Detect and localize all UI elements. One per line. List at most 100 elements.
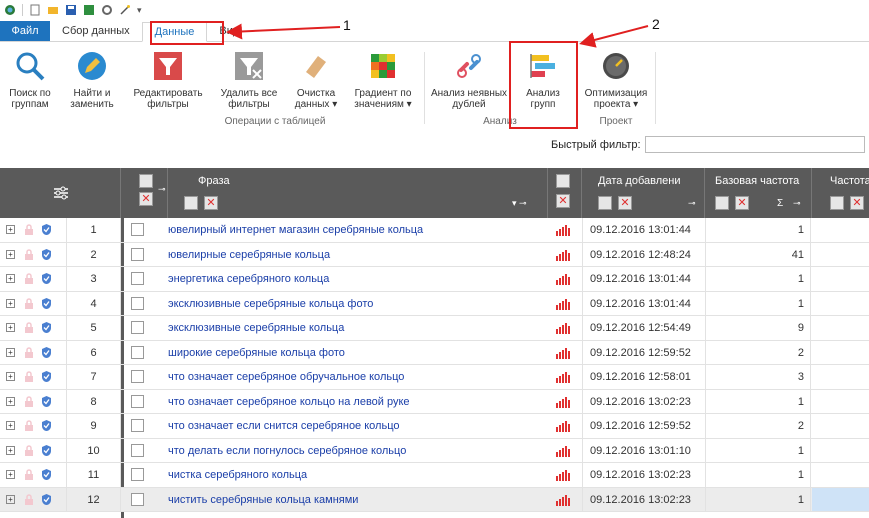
export-excel-icon[interactable] bbox=[83, 4, 95, 16]
expand-row-icon[interactable]: + bbox=[6, 225, 15, 234]
expand-row-icon[interactable]: + bbox=[6, 249, 15, 259]
row-checkbox[interactable] bbox=[131, 321, 144, 334]
search-groups-button[interactable]: Поиск по группам bbox=[2, 50, 58, 110]
tab-file[interactable]: Файл bbox=[0, 21, 50, 41]
implicit-duplicates-button[interactable]: Анализ неявных дублей bbox=[430, 50, 508, 110]
lock-icon[interactable] bbox=[24, 444, 34, 457]
table-row[interactable]: + 6 широкие серебряные кольца фото 09.12… bbox=[0, 340, 869, 365]
freq-column-header[interactable]: Частота ✕ bbox=[812, 168, 869, 218]
stats-bars-icon[interactable] bbox=[556, 396, 570, 408]
filter-icon[interactable] bbox=[598, 196, 612, 210]
stats-bars-icon[interactable] bbox=[556, 347, 570, 359]
sort-dropdown-icon[interactable]: ▾ ⊸ bbox=[512, 198, 527, 209]
phrase-cell[interactable]: что означает если снится серебряное коль… bbox=[168, 414, 548, 438]
table-row[interactable]: + 5 эксклюзивные серебряные кольца 09.12… bbox=[0, 316, 869, 341]
lock-icon[interactable] bbox=[24, 371, 34, 383]
clear-filter-icon[interactable]: ✕ bbox=[618, 196, 632, 210]
sum-icon[interactable]: Σ bbox=[777, 198, 783, 209]
stats-bars-icon[interactable] bbox=[556, 323, 570, 334]
find-replace-button[interactable]: Найти и заменить bbox=[62, 50, 122, 110]
clear-filter-icon[interactable]: ✕ bbox=[556, 194, 570, 208]
filter-icon[interactable] bbox=[184, 196, 198, 210]
shield-check-icon[interactable] bbox=[41, 468, 52, 481]
expand-row-icon[interactable]: + bbox=[6, 470, 15, 479]
row-checkbox[interactable] bbox=[131, 247, 144, 261]
expand-row-icon[interactable]: + bbox=[6, 396, 15, 406]
row-checkbox[interactable] bbox=[131, 468, 144, 481]
date-column-header[interactable]: Дата добавлени ✕ ⊸ bbox=[582, 168, 705, 218]
lock-icon[interactable] bbox=[24, 469, 34, 481]
shield-check-icon[interactable] bbox=[41, 493, 52, 506]
stats-bars-icon[interactable] bbox=[556, 445, 570, 457]
pin-icon[interactable]: ⊸ bbox=[688, 198, 696, 209]
phrase-cell[interactable]: ювелирные серебряные кольца bbox=[168, 243, 548, 267]
row-checkbox[interactable] bbox=[131, 419, 144, 432]
table-row[interactable]: + 7 что означает серебряное обручальное … bbox=[0, 365, 869, 390]
clear-filter-icon[interactable]: ✕ bbox=[139, 192, 153, 206]
filter-icon[interactable] bbox=[830, 196, 844, 210]
row-checkbox[interactable] bbox=[131, 492, 144, 506]
shield-check-icon[interactable] bbox=[41, 321, 52, 334]
row-checkbox[interactable] bbox=[131, 370, 144, 383]
table-row[interactable]: + 8 что означает серебряное кольцо на ле… bbox=[0, 389, 869, 414]
stats-bars-icon[interactable] bbox=[556, 225, 570, 236]
lock-icon[interactable] bbox=[24, 248, 34, 261]
new-file-icon[interactable] bbox=[29, 4, 41, 16]
shield-check-icon[interactable] bbox=[41, 223, 52, 236]
lock-icon[interactable] bbox=[24, 493, 34, 506]
stats-bars-icon[interactable] bbox=[556, 494, 570, 506]
shield-check-icon[interactable] bbox=[41, 272, 52, 285]
optimize-project-button[interactable]: Оптимизация проекта ▾ bbox=[580, 50, 652, 110]
shield-check-icon[interactable] bbox=[41, 297, 52, 310]
shield-check-icon[interactable] bbox=[41, 419, 52, 432]
shield-check-icon[interactable] bbox=[41, 444, 52, 457]
table-row[interactable]: + 2 ювелирные серебряные кольца 09.12.20… bbox=[0, 242, 869, 267]
table-row[interactable]: + 3 энергетика серебряного кольца 09.12.… bbox=[0, 267, 869, 292]
row-checkbox[interactable] bbox=[131, 296, 144, 310]
lock-icon[interactable] bbox=[24, 297, 34, 310]
clear-filter-icon[interactable]: ✕ bbox=[204, 196, 218, 210]
pin-icon[interactable]: ⊸ bbox=[158, 184, 166, 195]
phrase-cell[interactable]: чистка серебряного кольца bbox=[168, 463, 548, 487]
lock-icon[interactable] bbox=[24, 346, 34, 359]
phrase-cell[interactable]: чистить серебряные кольца камнями bbox=[168, 488, 548, 512]
lock-icon[interactable] bbox=[24, 224, 34, 236]
stats-bars-icon[interactable] bbox=[556, 372, 570, 383]
filter-icon[interactable] bbox=[139, 174, 153, 188]
shield-check-icon[interactable] bbox=[41, 346, 52, 359]
open-folder-icon[interactable] bbox=[47, 4, 59, 16]
table-row[interactable]: + 1 ювелирный интернет магазин серебряны… bbox=[0, 218, 869, 243]
stats-bars-icon[interactable] bbox=[556, 421, 570, 432]
row-checkbox[interactable] bbox=[131, 272, 144, 285]
stats-bars-icon[interactable] bbox=[556, 249, 570, 261]
pin-icon[interactable]: ⊸ bbox=[793, 198, 801, 209]
lock-icon[interactable] bbox=[24, 322, 34, 334]
phrase-cell[interactable]: эксклюзивные серебряные кольца фото bbox=[168, 292, 548, 316]
table-row[interactable]: + 10 что делать если погнулось серебряно… bbox=[0, 438, 869, 463]
lock-icon[interactable] bbox=[24, 420, 34, 432]
phrase-cell[interactable]: эксклюзивные серебряные кольца bbox=[168, 316, 548, 340]
phrase-column-header[interactable]: Фраза ✕ ▾ ⊸ bbox=[168, 168, 548, 218]
clear-data-button[interactable]: Очистка данных ▾ bbox=[288, 50, 344, 110]
expand-row-icon[interactable]: + bbox=[6, 494, 15, 504]
expand-row-icon[interactable]: + bbox=[6, 274, 15, 283]
edit-filters-button[interactable]: Редактировать фильтры bbox=[128, 50, 208, 110]
table-row[interactable]: + 9 что означает если снится серебряное … bbox=[0, 414, 869, 439]
row-checkbox[interactable] bbox=[131, 443, 144, 457]
stats-bars-icon[interactable] bbox=[556, 274, 570, 285]
phrase-cell[interactable]: широкие серебряные кольца фото bbox=[168, 341, 548, 365]
gradient-values-button[interactable]: Градиент по значениям ▾ bbox=[348, 50, 418, 110]
phrase-cell[interactable]: энергетика серебряного кольца bbox=[168, 267, 548, 291]
phrase-cell[interactable]: ювелирный интернет магазин серебряные ко… bbox=[168, 218, 548, 242]
magic-wand-icon[interactable] bbox=[119, 4, 131, 16]
table-row[interactable]: + 12 чистить серебряные кольца камнями 0… bbox=[0, 487, 869, 512]
row-checkbox[interactable] bbox=[131, 345, 144, 359]
clear-filter-icon[interactable]: ✕ bbox=[735, 196, 749, 210]
phrase-cell[interactable]: что означает серебряное обручальное коль… bbox=[168, 365, 548, 389]
save-icon[interactable] bbox=[65, 4, 77, 16]
row-checkbox[interactable] bbox=[131, 394, 144, 408]
expand-row-icon[interactable]: + bbox=[6, 323, 15, 332]
stats-bars-icon[interactable] bbox=[556, 470, 570, 481]
stats-bars-icon[interactable] bbox=[556, 298, 570, 310]
clear-filter-icon[interactable]: ✕ bbox=[850, 196, 864, 210]
